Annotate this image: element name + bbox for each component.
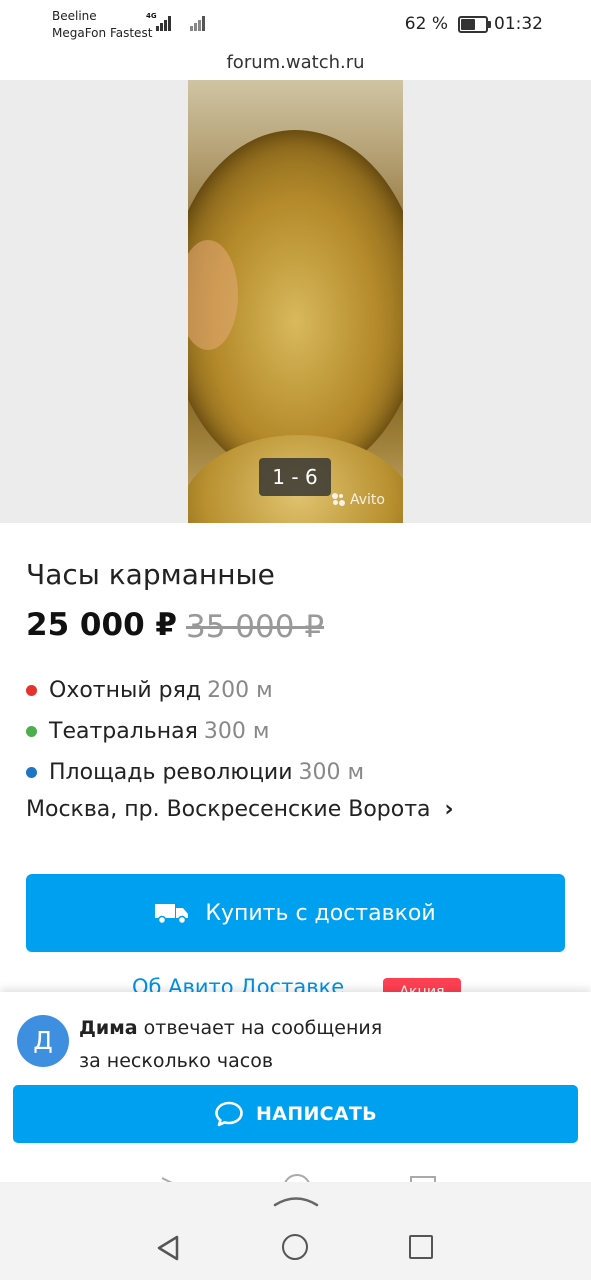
carrier-info: Beeline MegaFon Fastest <box>52 8 152 42</box>
metro-name: Охотный ряд <box>49 678 202 703</box>
recents-icon[interactable] <box>409 1235 433 1259</box>
metro-name: Театральная <box>49 719 198 744</box>
metro-station: Охотный ряд 200 м <box>26 678 273 703</box>
clock: 01:32 <box>494 14 543 34</box>
address-text: Москва, пр. Воскресенские Ворота <box>26 797 431 822</box>
avatar[interactable]: Д <box>17 1015 69 1067</box>
system-nav-bar <box>0 1182 591 1280</box>
reply-time: за несколько часов <box>79 1050 274 1072</box>
metro-station: Площадь революции 300 м <box>26 760 364 785</box>
battery-icon <box>458 15 491 33</box>
old-price: 35 000 ₽ <box>186 609 325 645</box>
web-nav-peek <box>0 1158 591 1182</box>
address-link[interactable]: Москва, пр. Воскресенские Ворота › <box>26 797 454 822</box>
buy-with-delivery-button[interactable]: Купить с доставкой <box>26 874 565 952</box>
truck-icon <box>155 904 189 924</box>
back-icon[interactable] <box>155 1234 181 1262</box>
seller-info: Дима отвечает на сообщения за несколько … <box>79 1012 539 1078</box>
metro-name: Площадь революции <box>49 760 293 785</box>
status-bar: Beeline MegaFon Fastest 4G 62 % 01:32 <box>0 0 591 46</box>
buy-button-label: Купить с доставкой <box>205 900 436 926</box>
avito-logo-icon <box>332 493 346 507</box>
home-icon <box>283 1174 311 1182</box>
status-right: 62 % 01:32 <box>405 14 543 34</box>
home-button-icon[interactable] <box>282 1234 308 1260</box>
listing-photo[interactable] <box>188 80 403 523</box>
metro-line-icon <box>26 726 37 737</box>
signal-icon-2 <box>190 12 206 31</box>
metro-distance: 300 м <box>298 760 365 785</box>
metro-station: Театральная 300 м <box>26 719 269 744</box>
avito-watermark: Avito <box>332 492 385 508</box>
seller-contact-sheet: Д Дима отвечает на сообщения за нескольк… <box>0 992 591 1182</box>
seller-name[interactable]: Дима <box>79 1017 138 1039</box>
chevron-up-icon[interactable] <box>272 1192 320 1208</box>
photo-counter: 1 - 6 <box>259 458 331 496</box>
watermark-text: Avito <box>350 492 385 508</box>
url-bar[interactable]: forum.watch.ru <box>0 46 591 80</box>
url-text: forum.watch.ru <box>226 52 365 73</box>
metro-distance: 300 м <box>203 719 270 744</box>
carrier-1: Beeline <box>52 9 97 23</box>
write-button-label: НАПИСАТЬ <box>256 1103 377 1125</box>
chevron-right-icon: › <box>444 797 454 822</box>
metro-line-icon <box>26 685 37 696</box>
reply-text: отвечает на сообщения <box>143 1017 383 1039</box>
photo-gallery[interactable]: 1 - 6 Avito <box>0 80 591 523</box>
write-message-button[interactable]: НАПИСАТЬ <box>13 1085 578 1143</box>
metro-distance: 200 м <box>207 678 273 703</box>
listing-price: 25 000 ₽ <box>26 607 178 643</box>
metro-line-icon <box>26 767 37 778</box>
carrier-2: MegaFon Fastest <box>52 26 153 40</box>
battery-percent: 62 % <box>404 14 448 34</box>
chat-bubble-icon <box>215 1101 243 1127</box>
listing-title: Часы карманные <box>26 558 275 591</box>
